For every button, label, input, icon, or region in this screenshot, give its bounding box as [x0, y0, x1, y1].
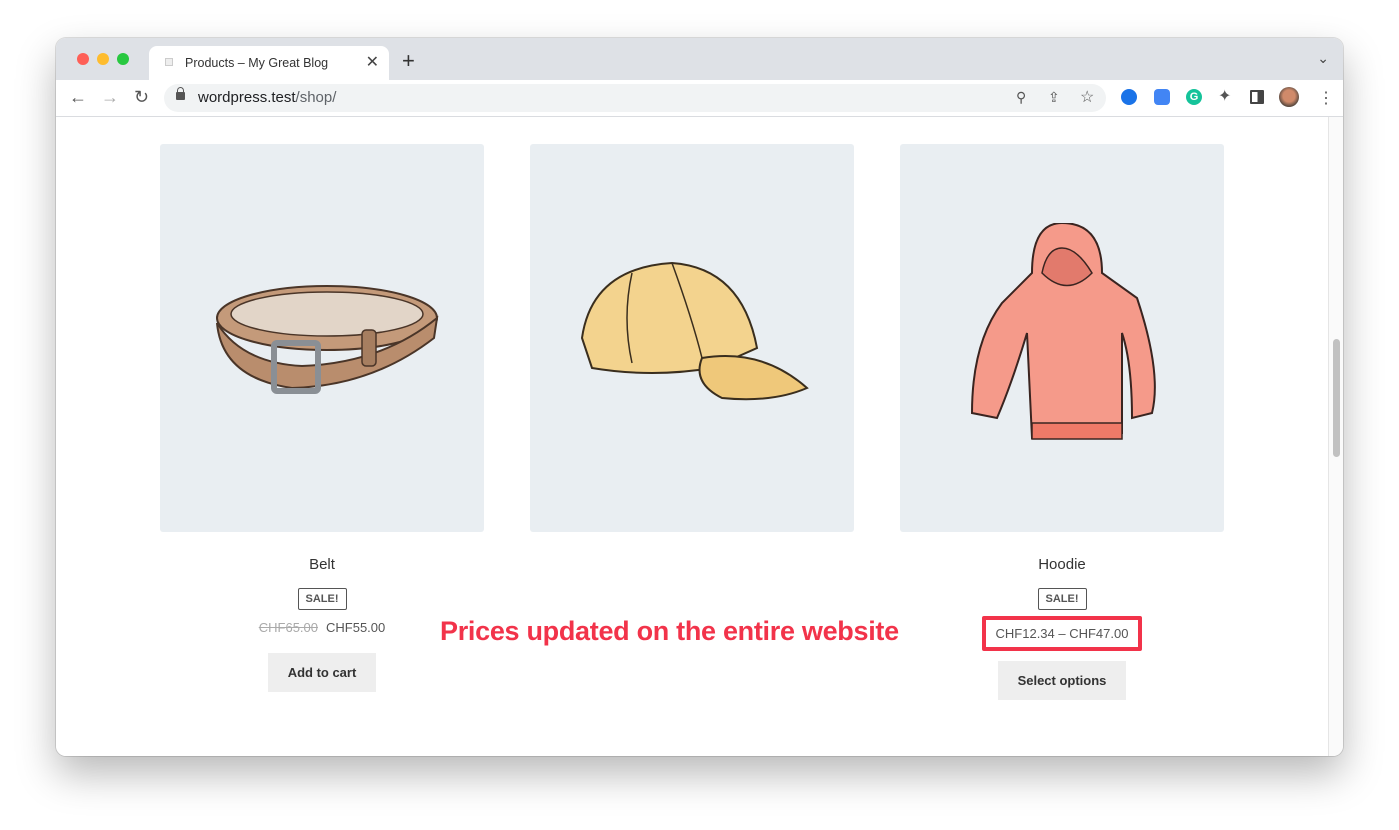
hoodie-illustration [970, 223, 1156, 440]
forward-icon[interactable]: → [101, 87, 119, 108]
sale-price: CHF55.00 [326, 620, 386, 635]
side-panel-icon[interactable] [1250, 90, 1264, 104]
product-card: Hoodie SALE! CHF12.34 – CHF47.00 Select … [900, 144, 1224, 700]
maximize-window-button[interactable] [117, 53, 129, 65]
scrollbar-thumb[interactable] [1333, 339, 1340, 457]
menu-kebab-icon[interactable]: ⋮ [1318, 88, 1334, 108]
old-price: CHF65.00 [258, 620, 318, 635]
product-price: CHF65.00 CHF55.00 [160, 620, 484, 635]
zoom-search-icon[interactable]: ⚲ [1016, 89, 1026, 106]
product-card: Belt SALE! CHF65.00 CHF55.00 Add to cart [160, 144, 484, 692]
tab-title: Products – My Great Blog [185, 56, 329, 70]
add-to-cart-button[interactable]: Add to cart [267, 653, 377, 692]
product-card [530, 144, 854, 532]
close-window-button[interactable] [77, 53, 89, 65]
belt-illustration [216, 285, 439, 394]
sale-badge: SALE! [1037, 588, 1087, 610]
bracket-extension-icon[interactable] [1154, 89, 1170, 105]
product-image-cap[interactable] [530, 144, 854, 532]
profile-avatar[interactable] [1279, 87, 1299, 107]
product-price: CHF12.34 – CHF47.00 [900, 616, 1224, 651]
new-tab-icon[interactable]: + [402, 48, 415, 74]
grammarly-icon[interactable]: G [1186, 89, 1202, 105]
cap-illustration [580, 261, 809, 401]
annotation-text: Prices updated on the entire website [440, 616, 899, 646]
minimize-window-button[interactable] [97, 53, 109, 65]
product-name[interactable]: Hoodie [900, 556, 1224, 576]
extensions-puzzle-icon[interactable]: ✦ [1218, 86, 1234, 105]
product-image-hoodie[interactable] [900, 144, 1224, 532]
back-icon[interactable]: ← [69, 87, 87, 108]
tag-extension-icon[interactable] [1121, 89, 1137, 105]
address-bar[interactable]: wordpress.test/shop/ ⚲ ⇪ ☆ [164, 84, 1106, 112]
bookmark-star-icon[interactable]: ☆ [1080, 87, 1094, 107]
tab-search-chevron-icon[interactable]: ⌄ [1317, 50, 1329, 67]
sale-badge: SALE! [297, 588, 347, 610]
product-image-belt[interactable] [160, 144, 484, 532]
browser-window: Products – My Great Blog ✕ + ⌄ ← → ↻ wor… [56, 38, 1343, 756]
url-text: wordpress.test/shop/ [198, 89, 337, 106]
select-options-button[interactable]: Select options [997, 661, 1127, 700]
product-name[interactable]: Belt [160, 556, 484, 576]
share-icon[interactable]: ⇪ [1048, 89, 1060, 106]
highlighted-price-range: CHF12.34 – CHF47.00 [981, 616, 1143, 651]
shop-page: Belt SALE! CHF65.00 CHF55.00 Add to cart … [56, 117, 1328, 756]
close-tab-icon[interactable]: ✕ [366, 52, 379, 72]
reload-icon[interactable]: ↻ [134, 87, 149, 108]
browser-tab[interactable]: Products – My Great Blog ✕ [149, 46, 389, 80]
lock-icon [176, 87, 185, 100]
browser-toolbar: ← → ↻ wordpress.test/shop/ ⚲ ⇪ ☆ G ✦ ⋮ [56, 80, 1343, 117]
page-scrollbar[interactable] [1328, 117, 1343, 756]
favicon-icon [165, 58, 173, 66]
tab-bar: Products – My Great Blog ✕ + ⌄ [56, 38, 1343, 80]
